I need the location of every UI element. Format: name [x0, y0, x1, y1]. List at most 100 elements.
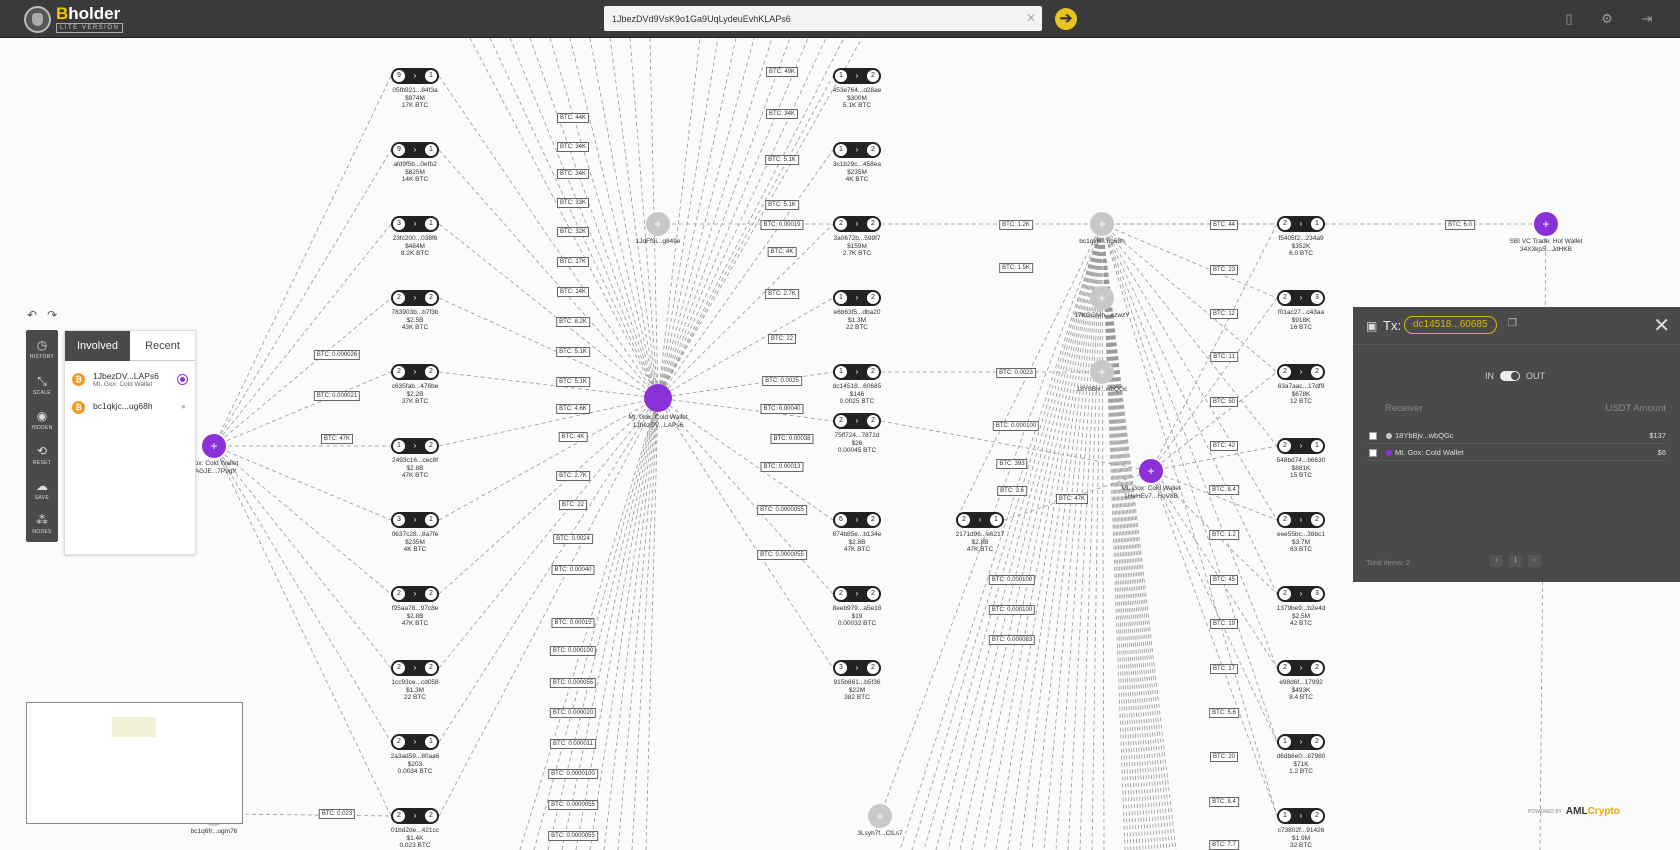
pin-icon[interactable]: ● [181, 402, 186, 411]
next-page-button[interactable]: › [1528, 555, 1541, 567]
table-row[interactable]: Mt. Gox: Cold Wallet $6 [1366, 445, 1666, 461]
scale-tool[interactable]: ⤡ SCALE [26, 368, 58, 404]
tx-node[interactable]: 6 › 2 [833, 512, 881, 528]
search-go-button[interactable]: ➔ [1055, 8, 1077, 30]
tx-node[interactable]: 2 › 2 [1277, 660, 1325, 676]
direction-toggle[interactable] [1500, 371, 1520, 381]
page-number[interactable]: 1 [1509, 555, 1522, 567]
tx-node[interactable]: 3 › 1 [391, 512, 439, 528]
tx-node[interactable]: 2 › 3 [1277, 290, 1325, 306]
edge-amount-label: BTC: 32K [556, 227, 590, 237]
tx-input-count: 1 [393, 440, 405, 452]
tx-node[interactable]: 1 › 2 [1277, 734, 1325, 750]
address-node-line: 17KGGMh...azwzY [1074, 312, 1130, 319]
nodes-tool[interactable]: ⁂ NODES [26, 507, 58, 543]
tx-node-line: 0.00045 BTC [837, 447, 877, 454]
clear-search-icon[interactable]: ✕ [1026, 11, 1036, 25]
search-input[interactable] [604, 6, 1014, 31]
tx-node[interactable]: 1 › 2 [833, 68, 881, 84]
save-tool[interactable]: ☁ SAVE [26, 473, 58, 509]
tx-node[interactable]: 3 › 2 [833, 660, 881, 676]
undo-icon[interactable]: ↶ [27, 308, 37, 322]
reset-tool[interactable]: ⟲ RESET [26, 438, 58, 474]
tx-node[interactable]: 2 › 2 [391, 364, 439, 380]
address-node[interactable]: + [1139, 459, 1163, 483]
address-node[interactable]: + [1534, 212, 1558, 236]
tx-node[interactable]: 9 › 1 [391, 142, 439, 158]
tx-node[interactable]: 2 › 1 [1277, 438, 1325, 454]
address-node[interactable]: + [646, 212, 670, 236]
list-item[interactable]: ₿ bc1qkjc...ug68h ● [65, 393, 195, 421]
aml-logo[interactable]: AMLCrypto [1566, 806, 1620, 817]
tx-node[interactable]: 2 › 2 [391, 808, 439, 824]
minimap[interactable] [26, 702, 243, 824]
tx-node[interactable]: 9 › 1 [391, 68, 439, 84]
tx-node-line: $2.8B [848, 538, 866, 546]
list-item[interactable]: ₿ 1JbezDV...LAPs6 Mt. Gox: Cold Wallet [65, 365, 195, 393]
book-icon[interactable]: ▯ [1561, 11, 1577, 27]
table-row[interactable]: 18YbBjv...wbQGc $137 [1366, 428, 1666, 444]
row-checkbox[interactable] [1369, 432, 1377, 440]
row-checkbox[interactable] [1369, 449, 1377, 457]
tx-node[interactable]: 3 › 1 [391, 216, 439, 232]
tx-node[interactable]: 1 › 2 [391, 438, 439, 454]
tx-node[interactable]: 2 › 1 [1277, 216, 1325, 232]
tx-node-line: $1.4K [406, 834, 424, 842]
tx-node[interactable]: 2 › 2 [1277, 512, 1325, 528]
history-tool[interactable]: ◷ HISTORY [26, 332, 58, 368]
tx-node[interactable]: 2 › 1 [956, 512, 1004, 528]
chevron-right-icon: › [413, 71, 417, 80]
tx-node[interactable]: 2 › 2 [833, 413, 881, 429]
minimap-viewport[interactable] [112, 717, 156, 737]
edge-amount-label: BTC: 47K [1055, 494, 1089, 504]
tx-node-line: $2.8B [406, 612, 424, 620]
gear-icon[interactable]: ⚙ [1599, 11, 1615, 27]
tx-node[interactable]: 2 › 2 [391, 660, 439, 676]
tx-node[interactable]: 2 › 2 [833, 586, 881, 602]
hidden-tool[interactable]: ◉ HIDDEN [26, 403, 58, 439]
edge-line [438, 75, 659, 399]
tx-node[interactable]: 2 › 1 [391, 734, 439, 750]
col-receiver[interactable]: Receiver [1385, 403, 1423, 414]
tx-node-line: $22M [848, 686, 866, 694]
copy-icon[interactable]: ❐ [1508, 318, 1517, 329]
tx-node[interactable]: 2 › 2 [833, 216, 881, 232]
address-node[interactable] [644, 384, 672, 412]
tx-node[interactable]: 1 › 2 [1277, 808, 1325, 824]
tx-node[interactable]: 1 › 2 [833, 142, 881, 158]
hidden-label: HIDDEN [31, 425, 53, 431]
tx-node-line: $2.2B [406, 390, 424, 398]
redo-icon[interactable]: ↷ [47, 308, 57, 322]
tx-output-count: 2 [1311, 736, 1323, 748]
selected-radio[interactable] [177, 374, 188, 385]
address-node[interactable]: + [202, 434, 226, 458]
tx-node[interactable]: 2 › 2 [1277, 364, 1325, 380]
edge-amount-label: BTC: 3.6 [997, 486, 1027, 496]
tx-node[interactable]: 1 › 2 [833, 290, 881, 306]
tab-involved[interactable]: Involved [65, 331, 130, 361]
tx-node[interactable]: 2 › 2 [391, 290, 439, 306]
edge-amount-label: BTC: 0.0000055 [757, 505, 807, 515]
address-node[interactable]: + [1090, 212, 1114, 236]
address-node[interactable]: + [1090, 360, 1114, 384]
edge-amount-label: BTC: 0.000083 [988, 635, 1036, 645]
tx-output-count: 2 [1311, 810, 1323, 822]
address-node[interactable]: + [1090, 286, 1114, 310]
close-icon[interactable]: ✕ [1653, 313, 1670, 338]
tx-node[interactable]: 2 › 3 [1277, 586, 1325, 602]
receiver-name: Mt. Gox: Cold Wallet [1395, 448, 1464, 457]
tab-recent[interactable]: Recent [130, 331, 195, 361]
receiver-dot [1386, 433, 1392, 439]
tx-node-line: f01ac27...c43aa [1277, 309, 1325, 316]
address-node-label: Mt. Gox: Cold Wallet 1JbezDV...LAPs6 [603, 414, 713, 429]
tx-node[interactable]: 1 › 2 [833, 364, 881, 380]
tx-node[interactable]: 2 › 2 [391, 586, 439, 602]
edge-line [603, 397, 659, 850]
tx-hash-badge[interactable]: dc14518...60685 [1404, 316, 1497, 334]
logout-icon[interactable]: ⇥ [1639, 11, 1655, 27]
address-node[interactable]: + [868, 804, 892, 828]
search-box: ✕ [604, 6, 1042, 31]
app-logo[interactable]: Bholder LITE VERSION [24, 5, 124, 33]
prev-page-button[interactable]: ‹ [1490, 555, 1503, 567]
col-amount[interactable]: USDT Amount [1605, 403, 1666, 414]
